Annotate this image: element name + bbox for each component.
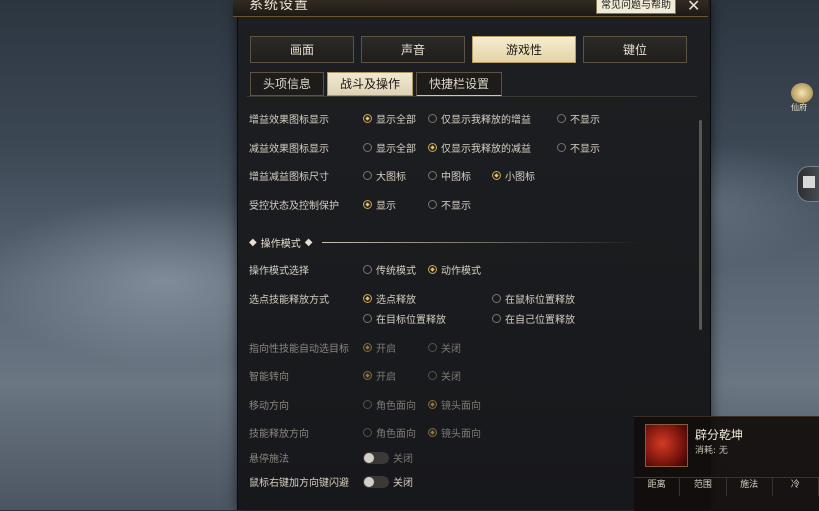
radio-option: 开启 bbox=[363, 368, 396, 383]
stat-cast: 施法 bbox=[727, 478, 773, 496]
tab-sound[interactable]: 声音 bbox=[361, 36, 465, 63]
subtab-head-info[interactable]: 头项信息 bbox=[250, 72, 325, 96]
scrollbar[interactable] bbox=[699, 120, 702, 330]
radio-icon bbox=[492, 171, 501, 180]
radio-icon bbox=[492, 314, 501, 323]
radio-icon bbox=[363, 428, 372, 437]
close-icon[interactable]: ✕ bbox=[687, 0, 700, 15]
radio-option: 关闭 bbox=[428, 368, 461, 383]
section-header: ◆ 操作模式 ◆ bbox=[249, 235, 643, 250]
radio-option: 镜头面向 bbox=[428, 425, 481, 440]
radio-icon bbox=[428, 400, 437, 409]
setting-label: 增益效果图标显示 bbox=[249, 115, 329, 126]
radio-icon bbox=[363, 171, 372, 180]
radio-icon bbox=[428, 143, 437, 152]
stat-area: 范围 bbox=[680, 478, 727, 496]
skill-cost: 消耗: 无 bbox=[695, 446, 728, 456]
radio-option[interactable]: 不显示 bbox=[557, 140, 600, 155]
stat-range: 距离 bbox=[634, 478, 681, 496]
tab-gameplay[interactable]: 游戏性 bbox=[472, 36, 576, 63]
skill-name: 辟分乾坤 bbox=[695, 428, 744, 442]
section-title: 操作模式 bbox=[260, 239, 301, 250]
radio-icon bbox=[428, 114, 437, 123]
main-tabs: 画面 声音 游戏性 键位 bbox=[250, 36, 687, 63]
section-divider bbox=[322, 242, 643, 243]
radio-icon bbox=[428, 428, 437, 437]
tab-graphics[interactable]: 画面 bbox=[250, 36, 354, 63]
setting-label: 悬停施法 bbox=[249, 454, 289, 465]
setting-label: 移动方向 bbox=[249, 401, 289, 412]
subtab-combat[interactable]: 战斗及操作 bbox=[327, 72, 414, 96]
skill-icon bbox=[645, 424, 688, 467]
diamond-icon: ◆ bbox=[304, 237, 313, 248]
radio-option[interactable]: 传统模式 bbox=[363, 262, 416, 277]
setting-label: 鼠标右键加方向键闪避 bbox=[249, 478, 349, 489]
setting-label: 操作模式选择 bbox=[249, 266, 309, 277]
help-button[interactable]: 常见问题与帮助 bbox=[596, 0, 676, 14]
radio-icon bbox=[557, 143, 566, 152]
setting-label: 减益效果图标显示 bbox=[249, 144, 329, 155]
radio-option: 角色面向 bbox=[363, 425, 416, 440]
radio-icon bbox=[428, 371, 437, 380]
radio-icon bbox=[363, 314, 372, 323]
radio-icon bbox=[428, 343, 437, 352]
stat-cooldown: 冷 bbox=[773, 478, 819, 496]
radio-option[interactable]: 选点释放 bbox=[363, 291, 416, 306]
radio-icon bbox=[363, 200, 372, 209]
radio-option[interactable]: 显示全部 bbox=[363, 111, 416, 126]
setting-label: 智能转向 bbox=[249, 372, 289, 383]
setting-label: 受控状态及控制保护 bbox=[249, 201, 339, 212]
radio-option: 开启 bbox=[363, 340, 396, 355]
radio-icon bbox=[363, 294, 372, 303]
fairy-house-icon[interactable] bbox=[791, 83, 813, 103]
radio-icon bbox=[557, 114, 566, 123]
setting-label: 技能释放方向 bbox=[249, 429, 309, 440]
radio-option[interactable]: 动作模式 bbox=[428, 262, 481, 277]
radio-icon bbox=[428, 265, 437, 274]
radio-option: 角色面向 bbox=[363, 397, 416, 412]
radio-option[interactable]: 仅显示我释放的减益 bbox=[428, 140, 531, 155]
window-title: 系统设置 bbox=[249, 0, 309, 13]
radio-option: 关闭 bbox=[428, 340, 461, 355]
diamond-icon: ◆ bbox=[249, 237, 257, 248]
toggle-icon bbox=[363, 475, 389, 488]
radio-icon bbox=[363, 143, 372, 152]
radio-option[interactable]: 在鼠标位置释放 bbox=[492, 291, 575, 306]
toggle-switch[interactable]: 关闭 bbox=[363, 450, 413, 465]
setting-label: 选点技能释放方式 bbox=[249, 295, 329, 306]
toggle-icon bbox=[363, 451, 389, 464]
skill-stats: 距离 范围 施法 冷 bbox=[634, 477, 819, 496]
tab-keybinds[interactable]: 键位 bbox=[583, 36, 687, 63]
radio-icon bbox=[492, 294, 501, 303]
side-label: 仙府 bbox=[791, 103, 807, 112]
radio-option[interactable]: 中图标 bbox=[428, 168, 471, 183]
radio-icon bbox=[363, 371, 372, 380]
radio-icon bbox=[428, 200, 437, 209]
toggle-switch[interactable]: 关闭 bbox=[363, 474, 413, 489]
radio-option[interactable]: 大图标 bbox=[363, 168, 406, 183]
subtab-hotbar[interactable]: 快捷栏设置 bbox=[416, 72, 503, 97]
radio-icon bbox=[363, 400, 372, 409]
radio-icon bbox=[363, 114, 372, 123]
book-icon bbox=[803, 176, 815, 188]
radio-option[interactable]: 仅显示我释放的增益 bbox=[428, 111, 531, 126]
setting-label: 指向性技能自动选目标 bbox=[249, 344, 349, 355]
radio-option: 镜头面向 bbox=[428, 397, 481, 412]
radio-icon bbox=[363, 343, 372, 352]
radio-option[interactable]: 不显示 bbox=[428, 197, 471, 212]
radio-option[interactable]: 显示全部 bbox=[363, 140, 416, 155]
radio-option[interactable]: 小图标 bbox=[492, 168, 535, 183]
divider bbox=[247, 96, 697, 97]
radio-icon bbox=[363, 265, 372, 274]
radio-option[interactable]: 显示 bbox=[363, 197, 396, 212]
radio-icon bbox=[428, 171, 437, 180]
sub-tabs: 头项信息 战斗及操作 快捷栏设置 bbox=[250, 72, 503, 97]
setting-label: 增益减益图标尺寸 bbox=[249, 172, 329, 183]
radio-option[interactable]: 在自己位置释放 bbox=[492, 311, 575, 326]
radio-option[interactable]: 在目标位置释放 bbox=[363, 311, 446, 326]
radio-option[interactable]: 不显示 bbox=[557, 111, 600, 126]
